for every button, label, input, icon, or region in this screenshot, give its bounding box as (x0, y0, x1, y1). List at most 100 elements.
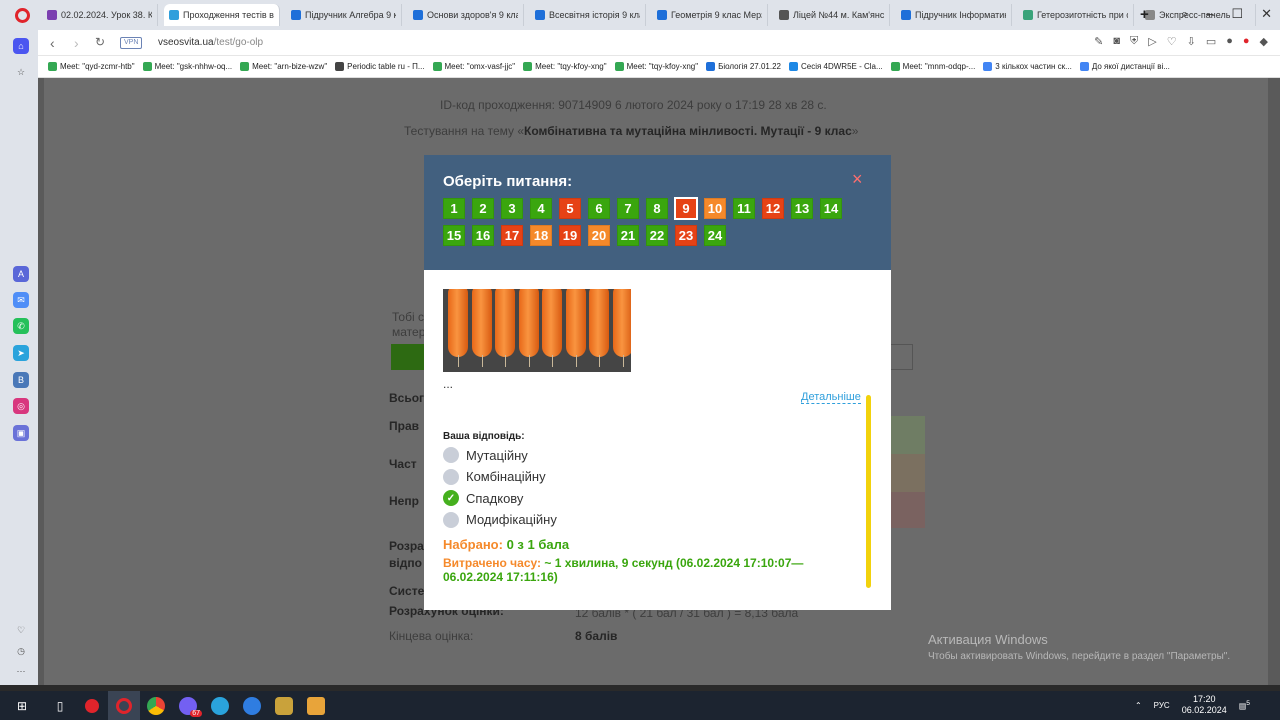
question-button[interactable]: 16 (472, 225, 494, 246)
close-window-button[interactable]: ✕ (1261, 6, 1272, 22)
question-button[interactable]: 19 (559, 225, 581, 246)
bookmark-item[interactable]: 3 кількох частин ск... (983, 62, 1072, 71)
bookmark-item[interactable]: Meet: "tqy-kfoy-xng" (614, 62, 698, 71)
bookmark-item[interactable]: Meet: "arn-bize-wzw" (240, 62, 327, 71)
answer-option[interactable]: Модифікаційну (443, 511, 557, 528)
notifications-icon[interactable]: ▤5 (1239, 700, 1250, 711)
cube-icon[interactable]: ◆ (1260, 35, 1268, 48)
opera-taskbar-icon[interactable] (108, 691, 140, 720)
tray-chevron-icon[interactable]: ⌃ (1135, 701, 1142, 710)
heart-icon[interactable]: ♡ (1167, 35, 1177, 48)
answer-option[interactable]: ✓ Спадкову (443, 490, 523, 506)
wallet-icon[interactable]: ▭ (1206, 35, 1216, 48)
bookmark-item[interactable]: Meet: "tqy-kfoy-xng" (523, 62, 607, 71)
language-indicator[interactable]: РУС (1154, 701, 1170, 710)
question-button[interactable]: 3 (501, 198, 523, 219)
bookmark-item[interactable]: Meet: "omx-vasf-jjc" (432, 62, 515, 71)
task-view-button[interactable]: ▯ (44, 691, 76, 720)
browser-tab[interactable]: Основи здоров'я 9 клас (408, 4, 524, 26)
telegram-icon[interactable]: ➤ (13, 345, 29, 361)
edit-icon[interactable]: ✎ (1094, 35, 1103, 48)
close-modal-button[interactable]: × (852, 169, 863, 190)
more-icon[interactable]: ⋯ (13, 663, 29, 679)
answer-option[interactable]: Мутаційну (443, 447, 528, 463)
forward-button[interactable]: › (74, 35, 79, 51)
question-button[interactable]: 22 (646, 225, 668, 246)
question-button[interactable]: 4 (530, 198, 552, 219)
question-button[interactable]: 5 (559, 198, 581, 219)
question-button[interactable]: 23 (675, 225, 697, 246)
vk-icon[interactable]: B (13, 372, 29, 388)
maximize-button[interactable]: ☐ (1231, 6, 1243, 22)
details-link[interactable]: Детальніше (801, 391, 861, 404)
start-button[interactable]: ⊞ (0, 691, 44, 720)
record-icon[interactable] (76, 691, 108, 720)
question-button[interactable]: 14 (820, 198, 842, 219)
files-icon[interactable] (300, 691, 332, 720)
viber-icon[interactable]: 67 (172, 691, 204, 720)
profile-icon[interactable]: ● (1226, 35, 1233, 48)
bookmark-item[interactable]: Сесія 4DWR5E - Cla... (788, 62, 883, 71)
radio-icon[interactable] (443, 511, 459, 528)
question-button[interactable]: 13 (791, 198, 813, 219)
app-icon[interactable] (236, 691, 268, 720)
question-button[interactable]: 6 (588, 198, 610, 219)
checked-radio-icon[interactable]: ✓ (443, 490, 459, 506)
question-button[interactable]: 15 (443, 225, 465, 246)
question-button[interactable]: 24 (704, 225, 726, 246)
bookmark-item[interactable]: Біологія 27.01.22 (706, 62, 781, 71)
shield-icon[interactable]: ⛨ (1130, 35, 1138, 48)
mic-icon[interactable]: ● (1243, 35, 1250, 48)
telegram-taskbar-icon[interactable] (204, 691, 236, 720)
messenger-icon[interactable]: ✉ (13, 292, 29, 308)
browser-tab[interactable]: Гетерозиготність при сх (1018, 4, 1134, 26)
browser-tab[interactable]: Геометрія 9 клас Мерз (652, 4, 768, 26)
url-field[interactable]: vseosvita.ua/test/go-olp (158, 37, 263, 48)
player-icon[interactable]: ▣ (13, 425, 29, 441)
history-icon[interactable]: ◷ (13, 643, 29, 659)
camera-icon[interactable]: ◙ (1113, 35, 1120, 48)
question-button[interactable]: 20 (588, 225, 610, 246)
clock[interactable]: 17:20 06.02.2024 (1182, 694, 1227, 716)
question-button[interactable]: 11 (733, 198, 755, 219)
browser-tab[interactable]: Всесвітня історія 9 клас (530, 4, 646, 26)
question-button[interactable]: 18 (530, 225, 552, 246)
browser-tab[interactable]: Підручник Алгебра 9 кл (286, 4, 402, 26)
question-button[interactable]: 7 (617, 198, 639, 219)
new-tab-button[interactable]: + (1140, 6, 1149, 23)
aria-icon[interactable]: A (13, 266, 29, 282)
home-icon[interactable]: ⌂ (13, 38, 29, 54)
bookmark-item[interactable]: Meet: "gsk-nhhw-oq... (142, 62, 232, 71)
question-button[interactable]: 12 (762, 198, 784, 219)
browser-tab[interactable]: 02.02.2024. Урок 38. Ком (42, 4, 158, 26)
vpn-badge[interactable]: VPN (120, 37, 143, 49)
browser-tab[interactable]: Підручник Інформатик (896, 4, 1012, 26)
instagram-icon[interactable]: ◎ (13, 398, 29, 414)
reload-button[interactable]: ↻ (95, 35, 105, 49)
bookmark-item[interactable]: Periodic table ru - П... (335, 62, 425, 71)
heart-sidebar-icon[interactable]: ♡ (13, 622, 29, 638)
scroll-indicator[interactable] (866, 395, 871, 588)
question-button[interactable]: 2 (472, 198, 494, 219)
question-button[interactable]: 1 (443, 198, 465, 219)
bookmark-item[interactable]: До якої дистанції ві... (1079, 62, 1170, 71)
question-button[interactable]: 9 (674, 197, 698, 220)
whatsapp-icon[interactable]: ✆ (13, 318, 29, 334)
chrome-icon[interactable] (140, 691, 172, 720)
radio-icon[interactable] (443, 447, 459, 463)
browser-tab[interactable]: Проходження тестів в ін (164, 4, 280, 26)
opera-logo-icon[interactable] (15, 8, 30, 23)
question-button[interactable]: 17 (501, 225, 523, 246)
back-button[interactable]: ‹ (50, 35, 55, 51)
star-icon[interactable]: ☆ (13, 64, 29, 80)
minimize-button[interactable]: – (1206, 6, 1213, 22)
answer-option[interactable]: Комбінаційну (443, 468, 546, 485)
search-tabs-icon[interactable]: ⌕ (1181, 6, 1188, 22)
download-icon[interactable]: ⇩ (1187, 35, 1196, 48)
question-button[interactable]: 10 (704, 198, 726, 219)
game-icon[interactable] (268, 691, 300, 720)
question-button[interactable]: 8 (646, 198, 668, 219)
play-icon[interactable]: ▷ (1148, 35, 1156, 48)
bookmark-item[interactable]: Meet: "mnm-odqp-... (890, 62, 975, 71)
radio-icon[interactable] (443, 468, 459, 485)
